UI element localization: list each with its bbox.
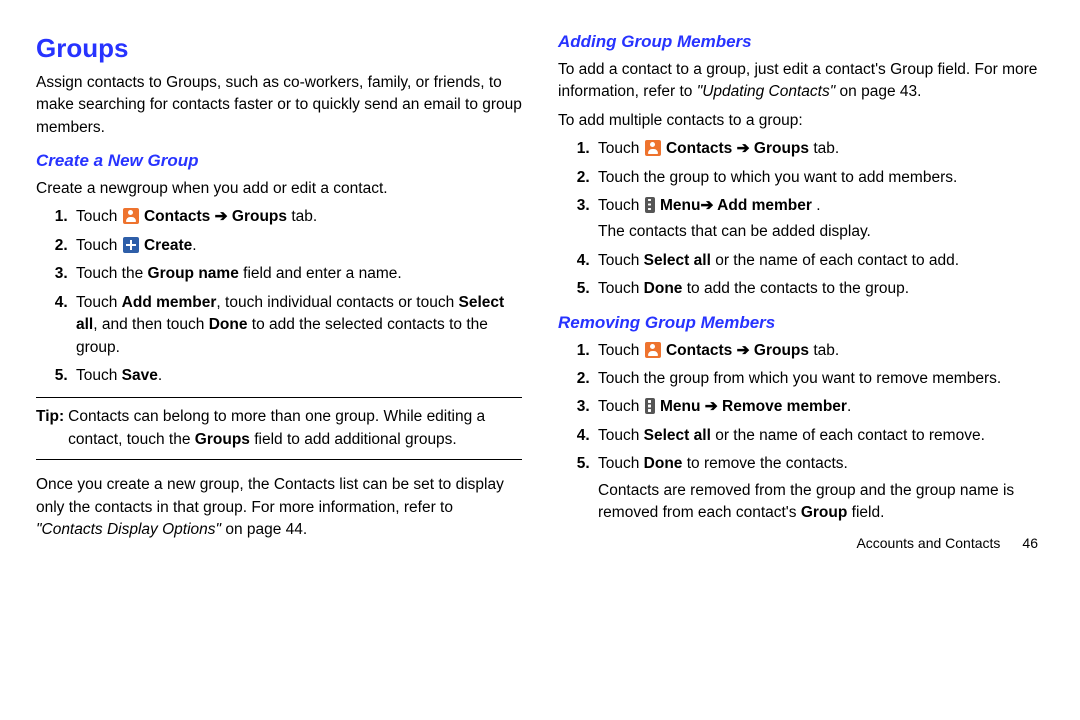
create-step-4: Touch Add member, touch individual conta… — [72, 292, 522, 359]
footer-section: Accounts and Contacts — [856, 535, 1000, 551]
right-column: Adding Group Members To add a contact to… — [558, 30, 1044, 553]
heading-groups: Groups — [36, 30, 522, 68]
menu-icon — [645, 197, 655, 213]
add-intro-2: To add multiple contacts to a group: — [558, 110, 1044, 132]
groups-intro: Assign contacts to Groups, such as co-wo… — [36, 72, 522, 139]
plus-icon — [123, 237, 139, 253]
contacts-icon — [645, 140, 661, 156]
heading-removing-members: Removing Group Members — [558, 311, 1044, 336]
create-steps: Touch Contacts ➔ Groups tab. Touch Creat… — [36, 206, 522, 387]
remove-step-5-sub: Contacts are removed from the group and … — [598, 480, 1044, 525]
add-step-4: Touch Select all or the name of each con… — [594, 250, 1044, 272]
left-column: Groups Assign contacts to Groups, such a… — [36, 30, 522, 553]
after-tip-paragraph: Once you create a new group, the Contact… — [36, 474, 522, 541]
contacts-icon — [123, 208, 139, 224]
tip-body: Contacts can belong to more than one gro… — [68, 406, 522, 451]
remove-step-3: Touch Menu ➔ Remove member. — [594, 396, 1044, 418]
menu-icon — [645, 398, 655, 414]
create-step-5: Touch Save. — [72, 365, 522, 387]
footer-page: 46 — [1022, 535, 1038, 551]
create-step-2: Touch Create. — [72, 235, 522, 257]
create-step-1: Touch Contacts ➔ Groups tab. — [72, 206, 522, 228]
add-steps: Touch Contacts ➔ Groups tab. Touch the g… — [558, 138, 1044, 301]
remove-step-2: Touch the group from which you want to r… — [594, 368, 1044, 390]
remove-steps: Touch Contacts ➔ Groups tab. Touch the g… — [558, 340, 1044, 525]
add-step-3: Touch Menu➔ Add member . The contacts th… — [594, 195, 1044, 244]
remove-step-5: Touch Done to remove the contacts. Conta… — [594, 453, 1044, 524]
tip-label: Tip: — [36, 406, 68, 451]
create-intro: Create a newgroup when you add or edit a… — [36, 178, 522, 200]
add-step-2: Touch the group to which you want to add… — [594, 167, 1044, 189]
add-step-1: Touch Contacts ➔ Groups tab. — [594, 138, 1044, 160]
page-footer: Accounts and Contacts 46 — [558, 533, 1044, 553]
add-step-3-sub: The contacts that can be added display. — [598, 221, 1044, 243]
page-columns: Groups Assign contacts to Groups, such a… — [36, 30, 1044, 553]
add-intro-1: To add a contact to a group, just edit a… — [558, 59, 1044, 104]
create-step-3: Touch the Group name field and enter a n… — [72, 263, 522, 285]
remove-step-1: Touch Contacts ➔ Groups tab. — [594, 340, 1044, 362]
contacts-icon — [645, 342, 661, 358]
remove-step-4: Touch Select all or the name of each con… — [594, 425, 1044, 447]
add-step-5: Touch Done to add the contacts to the gr… — [594, 278, 1044, 300]
heading-create-group: Create a New Group — [36, 149, 522, 174]
tip-block: Tip: Contacts can belong to more than on… — [36, 397, 522, 460]
heading-adding-members: Adding Group Members — [558, 30, 1044, 55]
